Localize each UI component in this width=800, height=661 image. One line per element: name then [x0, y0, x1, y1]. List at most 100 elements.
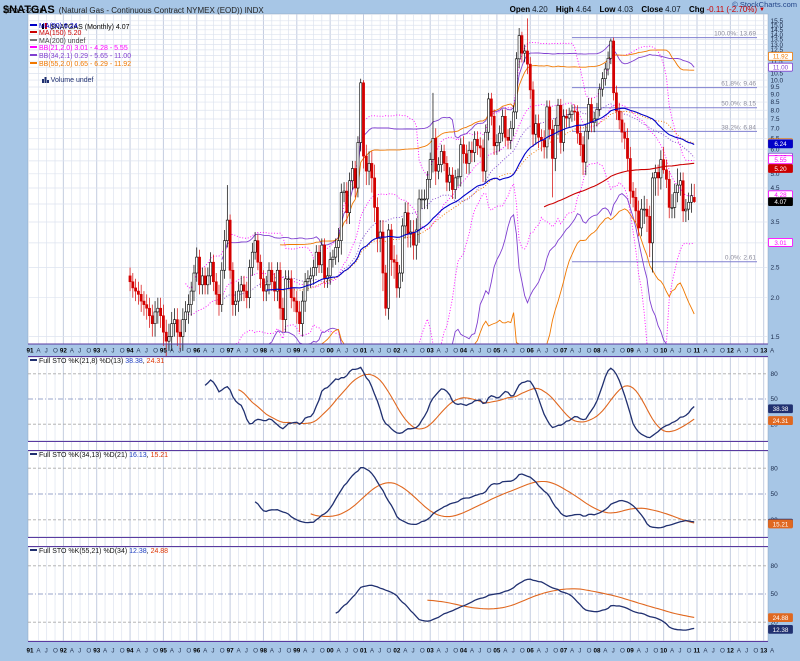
svg-text:A: A: [103, 648, 108, 655]
chg-label: Chg: [689, 5, 705, 14]
svg-text:10.5: 10.5: [771, 71, 784, 78]
ma200-swatch-icon: [30, 39, 37, 41]
svg-text:11: 11: [694, 648, 701, 655]
svg-text:O: O: [253, 348, 258, 355]
stoch1-legend: Full STO %K(21,8) %D(13) 38.38, 24.31: [30, 358, 164, 366]
svg-text:10.0: 10.0: [771, 77, 784, 84]
svg-text:98: 98: [260, 648, 268, 655]
svg-text:3.01: 3.01: [774, 240, 787, 247]
svg-text:O: O: [86, 648, 91, 655]
svg-text:O: O: [453, 348, 458, 355]
svg-text:04: 04: [460, 648, 468, 655]
svg-text:O: O: [153, 648, 158, 655]
svg-text:50: 50: [771, 396, 779, 403]
svg-text:8.0: 8.0: [771, 107, 780, 114]
svg-text:O: O: [487, 348, 492, 355]
svg-text:A: A: [303, 348, 308, 355]
svg-text:A: A: [336, 648, 341, 655]
svg-text:A: A: [270, 348, 275, 355]
bb34-swatch-icon: [30, 54, 37, 56]
svg-text:38.38: 38.38: [773, 406, 789, 413]
volume-legend-label: Volume undef: [51, 77, 94, 84]
svg-text:J: J: [545, 648, 548, 655]
stoch3-swatch-icon: [30, 549, 37, 551]
svg-text:O: O: [420, 648, 425, 655]
svg-text:A: A: [737, 348, 742, 355]
svg-text:97: 97: [227, 348, 235, 355]
svg-text:A: A: [770, 348, 775, 355]
svg-text:6.24: 6.24: [774, 141, 787, 148]
change-direction-icon: ▼: [759, 7, 765, 13]
svg-text:J: J: [712, 348, 715, 355]
svg-text:A: A: [370, 648, 375, 655]
low-label: Low: [600, 5, 616, 14]
ma50-swatch-icon: [30, 24, 37, 26]
svg-text:J: J: [745, 648, 748, 655]
svg-text:04: 04: [460, 348, 468, 355]
svg-text:J: J: [111, 348, 114, 355]
svg-text:13: 13: [760, 348, 768, 355]
svg-text:9.5: 9.5: [771, 84, 780, 91]
high-label: High: [556, 5, 574, 14]
bb21-legend-label: BB(21,2.0) 3.01 - 4.28 - 5.55: [39, 45, 128, 52]
stoch2-legend: Full STO %K(34,13) %D(21) 16.13, 15.21: [30, 452, 168, 460]
svg-text:O: O: [620, 648, 625, 655]
svg-text:91: 91: [27, 348, 35, 355]
svg-text:J: J: [378, 348, 381, 355]
svg-text:O: O: [53, 648, 58, 655]
price-axis: 1.52.02.53.03.54.04.55.05.56.06.57.07.58…: [769, 18, 793, 341]
svg-text:O: O: [86, 348, 91, 355]
svg-text:05: 05: [493, 348, 501, 355]
svg-text:J: J: [345, 648, 348, 655]
svg-text:03: 03: [427, 648, 435, 655]
ma150-swatch-icon: [30, 31, 37, 33]
svg-text:A: A: [670, 648, 675, 655]
bb21-swatch-icon: [30, 46, 37, 48]
svg-text:A: A: [70, 648, 75, 655]
svg-text:05: 05: [493, 648, 501, 655]
svg-text:A: A: [236, 348, 241, 355]
svg-text:99: 99: [293, 648, 301, 655]
svg-text:J: J: [412, 348, 415, 355]
svg-text:A: A: [470, 348, 475, 355]
svg-text:02: 02: [393, 348, 401, 355]
svg-text:5.55: 5.55: [774, 157, 787, 164]
svg-text:24.31: 24.31: [773, 418, 789, 425]
svg-text:12: 12: [727, 648, 735, 655]
svg-text:O: O: [687, 648, 692, 655]
svg-text:O: O: [186, 648, 191, 655]
svg-text:80: 80: [771, 465, 779, 472]
svg-text:O: O: [587, 348, 592, 355]
svg-text:A: A: [270, 648, 275, 655]
svg-text:03: 03: [427, 348, 435, 355]
close-label: Close: [641, 5, 663, 14]
stoch2-d-value: 15.21: [151, 452, 169, 459]
svg-text:J: J: [245, 348, 248, 355]
stoch2-k-value: 16.13: [129, 452, 147, 459]
svg-text:1.5: 1.5: [771, 334, 780, 341]
svg-text:A: A: [236, 648, 241, 655]
svg-text:15.5: 15.5: [771, 18, 784, 25]
svg-text:O: O: [286, 348, 291, 355]
stoch1-k-value: 38.38: [125, 358, 143, 365]
svg-text:98: 98: [260, 348, 268, 355]
stoch2-swatch-icon: [30, 453, 37, 455]
svg-text:A: A: [303, 648, 308, 655]
svg-text:4.07: 4.07: [774, 199, 787, 206]
svg-text:100.0%: 13.69: 100.0%: 13.69: [714, 31, 756, 38]
svg-text:A: A: [570, 648, 575, 655]
svg-text:O: O: [520, 648, 525, 655]
svg-text:J: J: [478, 648, 481, 655]
svg-text:O: O: [120, 348, 125, 355]
svg-text:O: O: [387, 348, 392, 355]
svg-text:38.2%: 6.84: 38.2%: 6.84: [721, 124, 756, 131]
svg-text:J: J: [78, 648, 81, 655]
svg-text:J: J: [378, 648, 381, 655]
svg-text:J: J: [345, 348, 348, 355]
svg-text:09: 09: [627, 348, 635, 355]
svg-text:J: J: [211, 348, 214, 355]
svg-text:O: O: [587, 648, 592, 655]
svg-text:A: A: [503, 648, 508, 655]
svg-text:A: A: [437, 348, 442, 355]
svg-text:A: A: [203, 348, 208, 355]
